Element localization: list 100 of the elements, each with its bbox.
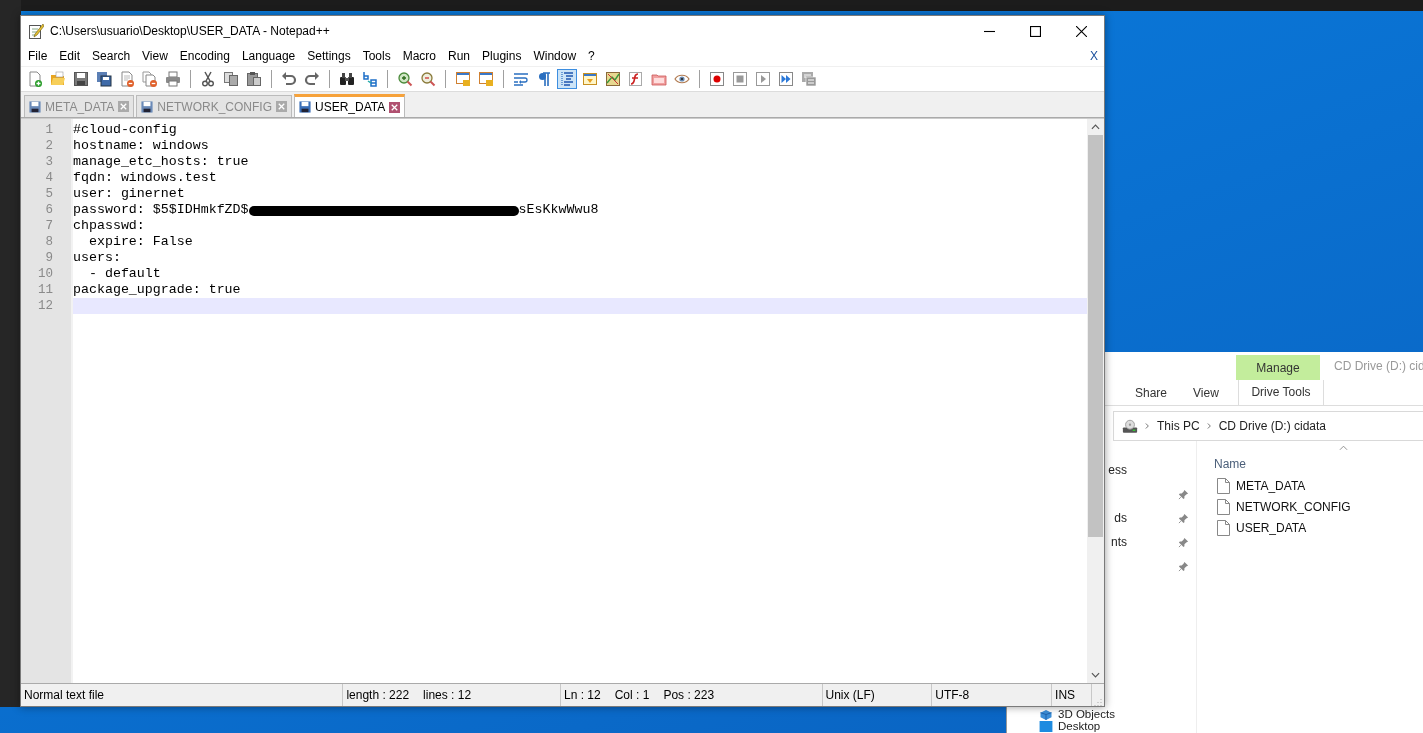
- line-number: 5: [44, 186, 54, 202]
- line-number: 11: [37, 282, 54, 298]
- map-button[interactable]: [603, 69, 623, 89]
- line-number: 1: [44, 122, 54, 138]
- close-tab-icon[interactable]: [118, 101, 130, 112]
- menu-item[interactable]: Settings: [301, 49, 357, 63]
- window-title: C:\Users\usuario\Desktop\USER_DATA - Notepad++: [50, 24, 331, 38]
- folder-icon: [651, 71, 667, 87]
- code-line: manage_etc_hosts: true: [73, 154, 249, 170]
- zoom-in-button[interactable]: [395, 69, 415, 89]
- status-text: INS: [1055, 688, 1076, 702]
- play-icon: [755, 71, 771, 87]
- clipboard-button[interactable]: [244, 69, 264, 89]
- open-folder-icon: [50, 71, 66, 87]
- line-number: 4: [44, 170, 54, 186]
- line-number: 12: [37, 298, 54, 314]
- code-text: sEsKkwWwu8: [518, 202, 599, 218]
- replace-icon: [362, 71, 378, 87]
- menu-item[interactable]: Search: [86, 49, 137, 63]
- close-tab-icon[interactable]: [276, 101, 287, 112]
- status-text: Col : 1: [614, 688, 650, 702]
- maximize-icon: [1029, 25, 1041, 37]
- redo-icon: [304, 71, 320, 87]
- window-lock-icon: [455, 71, 471, 87]
- close-all-button[interactable]: [140, 69, 160, 89]
- menu-item[interactable]: Run: [442, 49, 477, 63]
- record-button[interactable]: [707, 69, 727, 89]
- nav-item[interactable]: Desktop: [1058, 720, 1101, 732]
- play-button[interactable]: [753, 69, 773, 89]
- file-name[interactable]: META_DATA: [1236, 478, 1306, 493]
- save-all-button[interactable]: [94, 69, 114, 89]
- fast-forward-button[interactable]: [776, 69, 796, 89]
- code-line: - default: [87, 266, 161, 282]
- printer-icon: [165, 71, 181, 87]
- address-bar[interactable]: This PC CD Drive (D:) cidata: [1113, 411, 1423, 441]
- new-file-icon: [27, 71, 43, 87]
- file-name[interactable]: NETWORK_CONFIG: [1236, 499, 1351, 514]
- scroll-down-icon[interactable]: [1091, 672, 1100, 678]
- close-tab-icon[interactable]: [389, 101, 401, 113]
- file-icon: [1217, 498, 1230, 515]
- scrollbar-thumb[interactable]: [1088, 135, 1103, 537]
- menu-item[interactable]: View: [136, 49, 174, 63]
- window-title: CD Drive (D:) cid: [1334, 359, 1423, 373]
- stop-button[interactable]: [730, 69, 750, 89]
- code-line: password: $5$IDHmkfZD$: [73, 202, 249, 218]
- menu-item[interactable]: Encoding: [173, 49, 236, 63]
- menu-item[interactable]: Tools: [356, 49, 397, 63]
- record-icon: [709, 71, 725, 87]
- file-name[interactable]: USER_DATA: [1236, 520, 1307, 535]
- line-number: 7: [44, 218, 54, 234]
- cd-drive-icon: [1122, 418, 1138, 434]
- menu-item[interactable]: File: [22, 49, 54, 63]
- binoculars-icon: [339, 71, 355, 87]
- code-line: expire: False: [87, 234, 193, 250]
- status-text: Pos : 223: [663, 688, 715, 702]
- breadcrumb-item[interactable]: CD Drive (D:) cidata: [1218, 419, 1327, 433]
- window-lock-button[interactable]: [476, 69, 496, 89]
- status-text: Ln : 12: [564, 688, 601, 702]
- nav-item[interactable]: 3D Objects: [1058, 708, 1115, 720]
- status-text: lines : 12: [423, 688, 472, 702]
- desktop-icon: [1039, 720, 1053, 732]
- map-icon: [605, 71, 621, 87]
- column-header[interactable]: Name: [1214, 457, 1246, 471]
- status-text: Unix (LF): [825, 688, 875, 702]
- code-line: chpasswd:: [73, 218, 145, 234]
- nav-item[interactable]: ds: [1114, 511, 1127, 525]
- stop-icon: [732, 71, 748, 87]
- close-file-icon: [119, 71, 135, 87]
- menu-item[interactable]: Edit: [53, 49, 87, 63]
- line-number: 2: [44, 138, 54, 154]
- copy-icon: [223, 71, 239, 87]
- menu-item[interactable]: ?: [582, 49, 601, 63]
- window-lock-button[interactable]: [453, 69, 473, 89]
- document-tab[interactable]: USER_DATA: [294, 94, 406, 117]
- pilcrow-icon: [536, 71, 552, 87]
- nav-item[interactable]: nts: [1111, 535, 1127, 549]
- breadcrumb-item[interactable]: This PC: [1157, 419, 1200, 433]
- line-number: 6: [44, 202, 54, 218]
- code-line: package_upgrade: true: [73, 282, 241, 298]
- copy-button[interactable]: [221, 69, 241, 89]
- menu-item[interactable]: Macro: [396, 49, 442, 63]
- menu-item[interactable]: Window: [527, 49, 583, 63]
- indent-guide-button[interactable]: [557, 69, 577, 89]
- ribbon-tab[interactable]: Share: [1135, 385, 1193, 400]
- menu-item[interactable]: Plugins: [476, 49, 528, 63]
- printer-button[interactable]: [163, 69, 183, 89]
- menu-item[interactable]: Language: [235, 49, 302, 63]
- vertical-scrollbar[interactable]: [1087, 119, 1104, 683]
- replace-button[interactable]: [360, 69, 380, 89]
- line-number: 9: [44, 250, 54, 266]
- zoom-out-button[interactable]: [418, 69, 438, 89]
- line-number: 10: [37, 266, 54, 282]
- scroll-up-icon[interactable]: [1091, 124, 1100, 130]
- close-document-button[interactable]: X: [1090, 49, 1098, 63]
- nav-item[interactable]: ess: [1108, 463, 1127, 477]
- macro-list-button[interactable]: [799, 69, 819, 89]
- clipboard-icon: [246, 71, 262, 87]
- ribbon-tab[interactable]: Drive Tools: [1238, 380, 1324, 405]
- save-disk-button[interactable]: [71, 69, 91, 89]
- resize-grip-icon[interactable]: [1092, 696, 1102, 706]
